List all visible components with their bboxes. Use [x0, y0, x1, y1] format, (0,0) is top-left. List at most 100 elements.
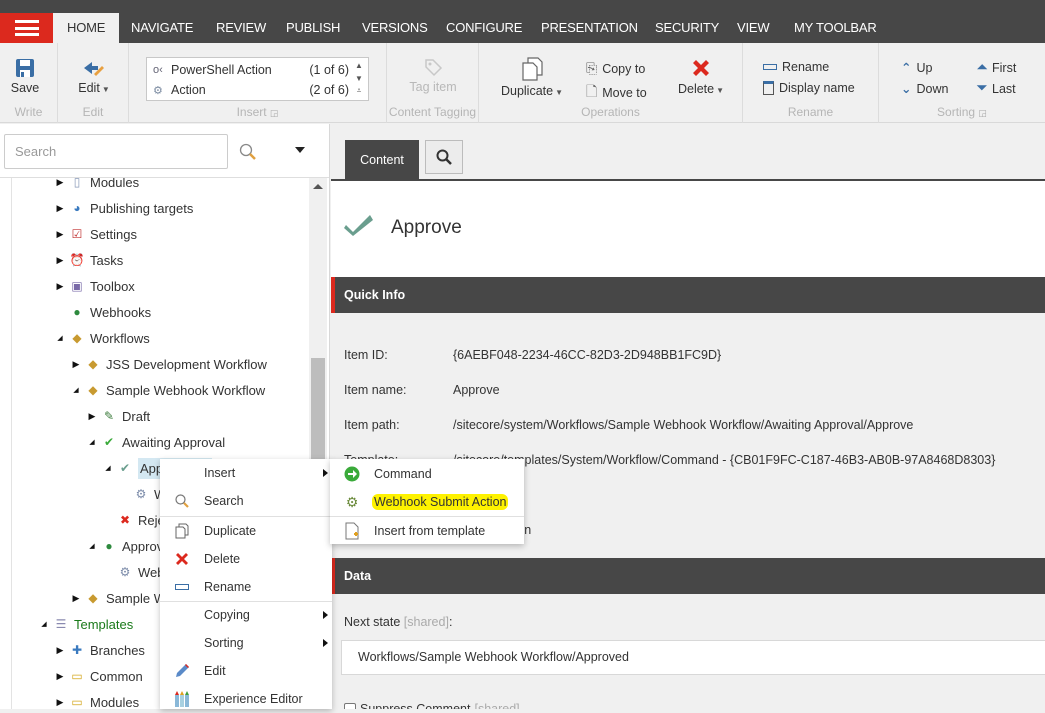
sort-down-button[interactable]: ⌄ Down	[901, 81, 948, 97]
context-menu-sorting[interactable]: Sorting	[160, 629, 332, 657]
group-label-sorting: Sorting ◲	[937, 105, 987, 119]
scroll-up-icon[interactable]	[313, 184, 323, 189]
tree-node[interactable]: ◢ ☰ Templates	[36, 612, 133, 636]
sort-last-button[interactable]: ⏷ Last	[977, 81, 1016, 96]
tree-node[interactable]: ▶ ✎ Draft	[84, 404, 151, 428]
rename-icon	[763, 64, 777, 70]
expand-arrow-icon[interactable]: ▶	[52, 255, 68, 266]
context-menu-delete[interactable]: Delete	[160, 545, 332, 573]
tag-item-button[interactable]: Tag item	[387, 57, 479, 94]
tree-node[interactable]: ▶ ▭ Modules	[52, 690, 140, 710]
expand-arrow-icon[interactable]: ▶	[52, 645, 68, 656]
expand-arrow-icon[interactable]: ▶	[52, 229, 68, 240]
collapse-arrow-icon[interactable]: ◢	[84, 542, 100, 550]
context-menu-insert[interactable]: Insert	[160, 459, 332, 487]
gallery-scroll-down-icon[interactable]: ▼	[353, 74, 365, 83]
save-button[interactable]: Save	[8, 58, 42, 95]
expand-arrow-icon[interactable]: ▶	[52, 281, 68, 292]
tree-node[interactable]: ◢ ◆ Sample Webhook Workflow	[68, 378, 265, 402]
move-to-icon: 🗋	[586, 83, 598, 99]
powershell-icon: o‹	[153, 64, 163, 76]
tab-search[interactable]	[425, 140, 463, 174]
content-editor-panel: Content Approve Quick Info Item ID: {6AE…	[331, 124, 1045, 709]
edit-button[interactable]: Edit ▼	[74, 58, 114, 95]
context-menu-duplicate[interactable]: Duplicate	[160, 517, 332, 545]
tree-node[interactable]: ▶ ✚ Branches	[52, 638, 145, 662]
expand-arrow-icon[interactable]: ▶	[52, 203, 68, 214]
chevron-down-icon: ⌄	[901, 82, 912, 96]
awaiting-approval-icon: ✔	[103, 435, 115, 449]
context-menu-edit[interactable]: Edit	[160, 657, 332, 685]
tab-content[interactable]: Content	[345, 140, 419, 180]
tab-view[interactable]: VIEW	[723, 13, 783, 43]
sort-up-button[interactable]: ⌃ Up	[901, 60, 932, 76]
workflow-icon: ◆	[88, 357, 98, 371]
context-menu-copying[interactable]: Copying	[160, 601, 332, 629]
expand-arrow-icon[interactable]: ▶	[52, 697, 68, 708]
expand-arrow-icon[interactable]: ▶	[84, 411, 100, 422]
tree-node[interactable]: ▶ ▣ Toolbox	[52, 274, 135, 298]
context-menu-rename[interactable]: Rename	[160, 573, 332, 601]
delete-button[interactable]: Delete ▼	[671, 57, 731, 96]
tree-node-label: Tasks	[90, 252, 124, 268]
move-to-button[interactable]: 🗋 Move to	[586, 81, 647, 105]
tab-configure[interactable]: CONFIGURE	[432, 13, 536, 43]
tree-node[interactable]: ▶ ⏰ Tasks	[52, 248, 124, 272]
tab-navigate[interactable]: NAVIGATE	[117, 13, 207, 43]
collapse-arrow-icon[interactable]: ◢	[100, 464, 116, 472]
tree-node[interactable]: ▶ ☑ Settings	[52, 222, 137, 246]
expand-arrow-icon[interactable]: ▶	[52, 671, 68, 682]
expand-arrow-icon[interactable]: ▶	[68, 359, 84, 370]
display-name-button[interactable]: Display name	[763, 81, 855, 95]
suppress-comment-checkbox[interactable]	[344, 703, 356, 709]
tree-node[interactable]: ● Webhooks	[52, 300, 151, 324]
section-data[interactable]: Data	[331, 558, 1045, 594]
tab-home[interactable]: HOME	[53, 13, 120, 43]
tab-review[interactable]: REVIEW	[202, 13, 280, 43]
main-menu-button[interactable]	[0, 13, 53, 43]
next-state-field[interactable]: Workflows/Sample Webhook Workflow/Approv…	[341, 640, 1045, 675]
gallery-expand-icon[interactable]: ⩡	[353, 86, 365, 96]
context-menu-search[interactable]: Search	[160, 487, 332, 515]
tab-versions[interactable]: VERSIONS	[348, 13, 442, 43]
tree-node-label: Common	[90, 668, 143, 684]
search-options-dropdown-icon[interactable]	[295, 147, 305, 153]
copy-to-button[interactable]: ⎘ Copy to	[586, 60, 645, 77]
tab-my-toolbar[interactable]: MY TOOLBAR	[780, 13, 891, 43]
collapse-arrow-icon[interactable]: ◢	[36, 620, 52, 628]
webhook-action-icon: ⚙	[135, 487, 147, 501]
sort-first-button[interactable]: ⏶ First	[977, 60, 1016, 75]
tree-node[interactable]: ▶ ◕ Publishing targets	[52, 196, 194, 220]
rename-button[interactable]: Rename	[763, 60, 829, 74]
insert-option-powershell-action[interactable]: o‹ PowerShell Action (1 of 6)	[153, 60, 349, 80]
collapse-arrow-icon[interactable]: ◢	[84, 438, 100, 446]
expand-arrow-icon[interactable]: ▶	[68, 593, 84, 604]
item-id-value: {6AEBF048-2234-46CC-82D3-2D948BB1FC9D}	[453, 348, 722, 362]
tab-security[interactable]: SECURITY	[641, 13, 733, 43]
collapse-arrow-icon[interactable]: ◢	[52, 334, 68, 342]
tree-node[interactable]: ▶ ◆ JSS Development Workflow	[68, 352, 267, 376]
collapse-arrow-icon[interactable]: ◢	[68, 386, 84, 394]
insert-option-action[interactable]: ⚙ Action (2 of 6)	[153, 80, 349, 100]
globe-icon: ●	[105, 539, 113, 553]
insert-from-template[interactable]: Insert from template	[330, 517, 524, 545]
tab-presentation[interactable]: PRESENTATION	[527, 13, 652, 43]
insert-command[interactable]: Command	[330, 460, 524, 488]
expand-arrow-icon[interactable]: ▶	[52, 177, 68, 188]
tree-node-label: Settings	[90, 226, 137, 242]
suppress-comment-field[interactable]: Suppress Comment [shared]	[344, 702, 520, 709]
tree-node[interactable]: ◢ ✔ Awaiting Approval	[84, 430, 225, 454]
search-input[interactable]	[4, 134, 228, 169]
duplicate-button[interactable]: Duplicate ▼	[497, 57, 567, 98]
tree-node[interactable]: ◢ ◆ Workflows	[52, 326, 150, 350]
insert-webhook-submit-action[interactable]: ⚙ Webhook Submit Action	[330, 488, 524, 516]
tree-node-label: Workflows	[90, 330, 150, 346]
search-icon[interactable]	[238, 142, 258, 162]
next-state-label: Next state [shared]:	[344, 615, 453, 629]
tab-publish[interactable]: PUBLISH	[272, 13, 354, 43]
gallery-scroll-up-icon[interactable]: ▲	[353, 61, 365, 70]
section-quick-info[interactable]: Quick Info	[331, 277, 1045, 313]
tree-node-label: JSS Development Workflow	[106, 356, 267, 372]
tree-node[interactable]: ▶ ▭ Common	[52, 664, 143, 688]
save-icon	[16, 59, 34, 77]
